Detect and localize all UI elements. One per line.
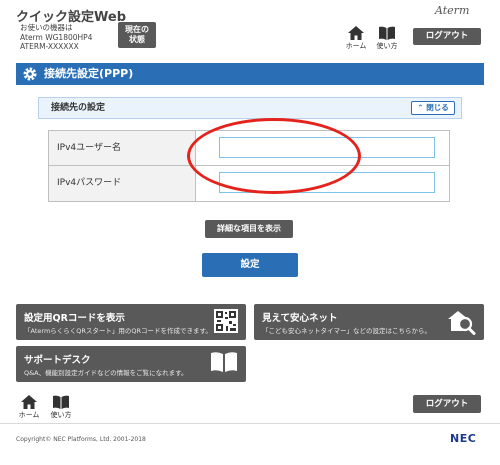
status-button-line2: 状態 xyxy=(129,35,145,44)
qr-code-icon xyxy=(214,309,238,333)
collapse-label: 閉じる xyxy=(426,103,449,112)
guide-label: 使い方 xyxy=(376,42,398,50)
nec-logo: NEC xyxy=(450,432,477,445)
qr-tile-desc: 「AtermらくらくQRスタート」用のQRコードを作成できます。 xyxy=(24,327,212,335)
support-tile-title: サポートデスク xyxy=(24,355,91,366)
show-details-button[interactable]: 詳細な項目を表示 xyxy=(205,220,293,238)
status-button-line1: 現在の xyxy=(125,25,149,34)
footer-guide-label: 使い方 xyxy=(50,411,72,419)
qr-tile-title: 設定用QRコードを表示 xyxy=(24,313,125,324)
device-line: お使いの機器は xyxy=(20,23,73,32)
safe-net-tile[interactable]: 見えて安心ネット 「こども安心ネットタイマー」などの設定はこちらから。 xyxy=(254,304,484,340)
device-id: ATERM-XXXXXX xyxy=(20,42,79,51)
current-status-button[interactable]: 現在の 状態 xyxy=(118,22,156,48)
section-title: 接続先設定(PPP) xyxy=(44,67,134,80)
home-icon xyxy=(21,395,37,409)
subsection-header: 接続先の設定 ⌃ 閉じる xyxy=(38,97,462,119)
home-label: ホーム xyxy=(345,42,367,50)
logout-button[interactable]: ログアウト xyxy=(413,28,481,45)
safe-tile-title: 見えて安心ネット xyxy=(262,313,338,324)
home-nav[interactable]: ホーム xyxy=(343,26,369,51)
brand-logo: Aterm xyxy=(435,4,470,17)
open-book-icon xyxy=(211,352,237,372)
footer-home-nav[interactable]: ホーム xyxy=(16,395,42,420)
apply-settings-button[interactable]: 設定 xyxy=(202,253,298,277)
footer-logout-button[interactable]: ログアウト xyxy=(413,395,481,413)
copyright: Copyright© NEC Platforms, Ltd. 2001-2018 xyxy=(16,436,146,443)
footer-divider xyxy=(0,423,500,424)
section-header: 接続先設定(PPP) xyxy=(16,63,484,85)
password-label: IPv4パスワード xyxy=(49,166,196,201)
qr-code-tile[interactable]: 設定用QRコードを表示 「AtermらくらくQRスタート」用のQRコードを作成で… xyxy=(16,304,246,340)
footer-home-label: ホーム xyxy=(18,411,40,419)
footer-guide-nav[interactable]: 使い方 xyxy=(48,395,74,420)
device-model: Aterm WG1800HP4 xyxy=(20,32,93,42)
support-tile-desc: Q&A、機能別設定ガイドなどの情報をご覧になれます。 xyxy=(24,369,188,377)
book-icon xyxy=(53,395,69,409)
username-label: IPv4ユーザー名 xyxy=(49,131,196,165)
home-icon xyxy=(348,26,364,40)
device-info: お使いの機器は Aterm WG1800HP4 ATERM-XXXXXX xyxy=(20,23,92,52)
gear-icon xyxy=(23,67,37,81)
collapse-button[interactable]: ⌃ 閉じる xyxy=(411,101,455,115)
safe-tile-desc: 「こども安心ネットタイマー」などの設定はこちらから。 xyxy=(262,327,431,335)
chevron-up-icon: ⌃ xyxy=(417,103,424,112)
subsection-title: 接続先の設定 xyxy=(51,103,106,113)
book-icon xyxy=(379,26,395,40)
house-search-icon xyxy=(448,311,476,335)
guide-nav[interactable]: 使い方 xyxy=(374,26,400,51)
support-desk-tile[interactable]: サポートデスク Q&A、機能別設定ガイドなどの情報をご覧になれます。 xyxy=(16,346,246,382)
highlight-ellipse xyxy=(187,118,361,194)
